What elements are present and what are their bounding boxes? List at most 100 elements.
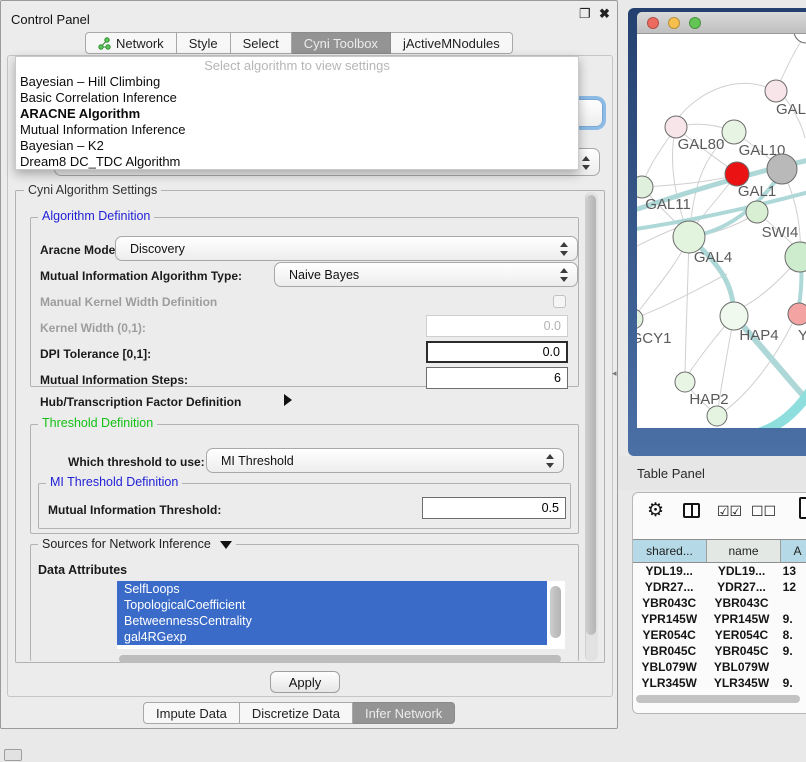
mi-threshold-label: Mutual Information Threshold: [48,503,221,517]
zoom-traffic-light[interactable] [689,17,701,29]
show-columns-icon[interactable]: ☑☑ [717,503,742,520]
table-cell [778,659,806,675]
dropdown-item[interactable]: ARACNE Algorithm [16,106,578,122]
network-node[interactable] [746,201,768,223]
table-cell: YBR043C [705,595,777,611]
network-edge [678,83,776,118]
attribute-list-item[interactable]: BetweennessCentrality [117,613,547,629]
network-node-label: GAL80 [678,136,725,153]
network-node[interactable] [665,116,687,138]
float-panel-icon[interactable]: ❐ [579,7,591,20]
aracne-mode-combo[interactable]: Discovery [115,236,578,261]
tab-network[interactable]: Network [85,32,177,54]
attributes-vscrollbar-thumb[interactable] [550,586,561,638]
table-cell: YDR27... [705,579,777,595]
dropdown-item[interactable]: Bayesian – Hill Climbing [16,74,578,90]
network-node[interactable] [722,120,746,144]
dropdown-item[interactable]: Dream8 DC_TDC Algorithm [16,154,578,170]
mi-steps-label: Mutual Information Steps: [40,373,188,387]
dropdown-item[interactable]: Basic Correlation Inference [16,90,578,106]
algorithm-dropdown-placeholder: Select algorithm to view settings [16,57,578,74]
table-row[interactable]: YLR345WYLR345W9. [633,675,806,691]
control-panel-tabs: NetworkStyleSelectCyni ToolboxjActiveMNo… [85,32,513,54]
table-cell: YLR345W [705,675,777,691]
network-node[interactable] [720,302,748,330]
attributes-hscrollbar-thumb[interactable] [119,655,561,663]
table-hscrollbar[interactable] [636,695,800,703]
settings-scrollbar-thumb[interactable] [586,195,596,635]
manual-kernel-checkbox[interactable] [553,295,566,308]
tab-style[interactable]: Style [177,32,231,54]
combo-stepper-icon [545,454,554,468]
splitter-handle-icon[interactable]: ◂ [612,368,617,379]
table-row[interactable]: YBR045CYBR045C9. [633,643,806,659]
network-window: GALGAL80GAL10GAL1GAL11SWI4GAL4GCY1HAP4YH… [637,12,806,428]
network-node-label: HAP4 [739,327,778,344]
mi-threshold-field[interactable]: 0.5 [422,497,566,519]
gear-icon[interactable]: ⚙ [647,499,664,522]
table-row[interactable]: YER054CYER054C8. [633,627,806,643]
tab-jactivemnodules[interactable]: jActiveMNodules [391,32,513,54]
attribute-list-item[interactable]: gal4RGexp [117,629,547,645]
attribute-list-item[interactable]: SelfLoops [117,581,547,597]
kernel-width-field[interactable]: 0.0 [426,315,568,337]
dropdown-item[interactable]: Mutual Information Inference [16,122,578,138]
table-row[interactable]: YBL079WYBL079W [633,659,806,675]
tab-cyni-toolbox[interactable]: Cyni Toolbox [292,32,391,54]
data-attributes-list[interactable]: SelfLoopsTopologicalCoefficientBetweenne… [117,581,565,649]
network-node[interactable] [785,242,806,272]
close-panel-icon[interactable]: ✖ [599,7,610,20]
tab-infer-network[interactable]: Infer Network [353,702,455,724]
table-column-header[interactable]: shared... [633,540,707,562]
table-cell: YDL19... [633,563,705,579]
network-canvas[interactable]: GALGAL80GAL10GAL1GAL11SWI4GAL4GCY1HAP4YH… [637,34,806,428]
network-node[interactable] [765,80,787,102]
mi-steps-value: 6 [554,371,561,385]
tab-discretize-data[interactable]: Discretize Data [240,702,353,724]
minimize-traffic-light[interactable] [668,17,680,29]
table-row[interactable]: YDR27...YDR27...12 [633,579,806,595]
hide-columns-icon[interactable]: ☐☐ [751,503,776,520]
network-node[interactable] [767,154,797,184]
network-node[interactable] [637,309,643,329]
table-cell: 9. [778,611,806,627]
sources-title-text: Sources for Network Inference [42,537,211,551]
tab-select[interactable]: Select [231,32,292,54]
control-panel-window: Control Panel ❐ ✖ NetworkStyleSelectCyni… [0,0,618,729]
table-column-header[interactable]: name [707,540,781,562]
network-node[interactable] [637,176,653,198]
table-cell: YBL079W [633,659,705,675]
columns-icon[interactable] [683,503,700,518]
table-cell: YER054C [705,627,777,643]
disclosure-down-icon[interactable] [220,541,232,549]
dropdown-item[interactable]: Bayesian – K2 [16,138,578,154]
table-cell: YDL19... [705,563,777,579]
network-node[interactable] [794,34,806,43]
network-window-titlebar[interactable] [637,12,806,34]
mi-steps-field[interactable]: 6 [426,367,568,389]
table-cell: YDR27... [633,579,705,595]
network-node[interactable] [707,406,727,426]
mi-threshold-value: 0.5 [542,501,559,515]
apply-button[interactable]: Apply [270,671,340,693]
table-cell: 8. [778,627,806,643]
dpi-tolerance-field[interactable]: 0.0 [426,341,568,363]
table-cell: YBL079W [705,659,777,675]
table-cell: YBR045C [705,643,777,659]
table-column-header[interactable]: A [781,540,806,562]
network-node[interactable] [788,303,806,325]
combo-stepper-icon [559,242,568,256]
which-threshold-label: Which threshold to use: [68,455,205,469]
tab-impute-data[interactable]: Impute Data [143,702,240,724]
new-table-icon[interactable] [799,497,806,519]
network-node[interactable] [675,372,695,392]
table-row[interactable]: YPR145WYPR145W9. [633,611,806,627]
disclosure-right-icon[interactable] [284,394,292,406]
attribute-list-item[interactable]: TopologicalCoefficient [117,597,547,613]
table-row[interactable]: YBR043CYBR043C [633,595,806,611]
mi-type-combo[interactable]: Naive Bayes [274,262,578,287]
minimized-panel-icon[interactable] [4,749,22,761]
close-traffic-light[interactable] [647,17,659,29]
which-threshold-combo[interactable]: MI Threshold [206,448,564,473]
table-row[interactable]: YDL19...YDL19...13 [633,563,806,579]
